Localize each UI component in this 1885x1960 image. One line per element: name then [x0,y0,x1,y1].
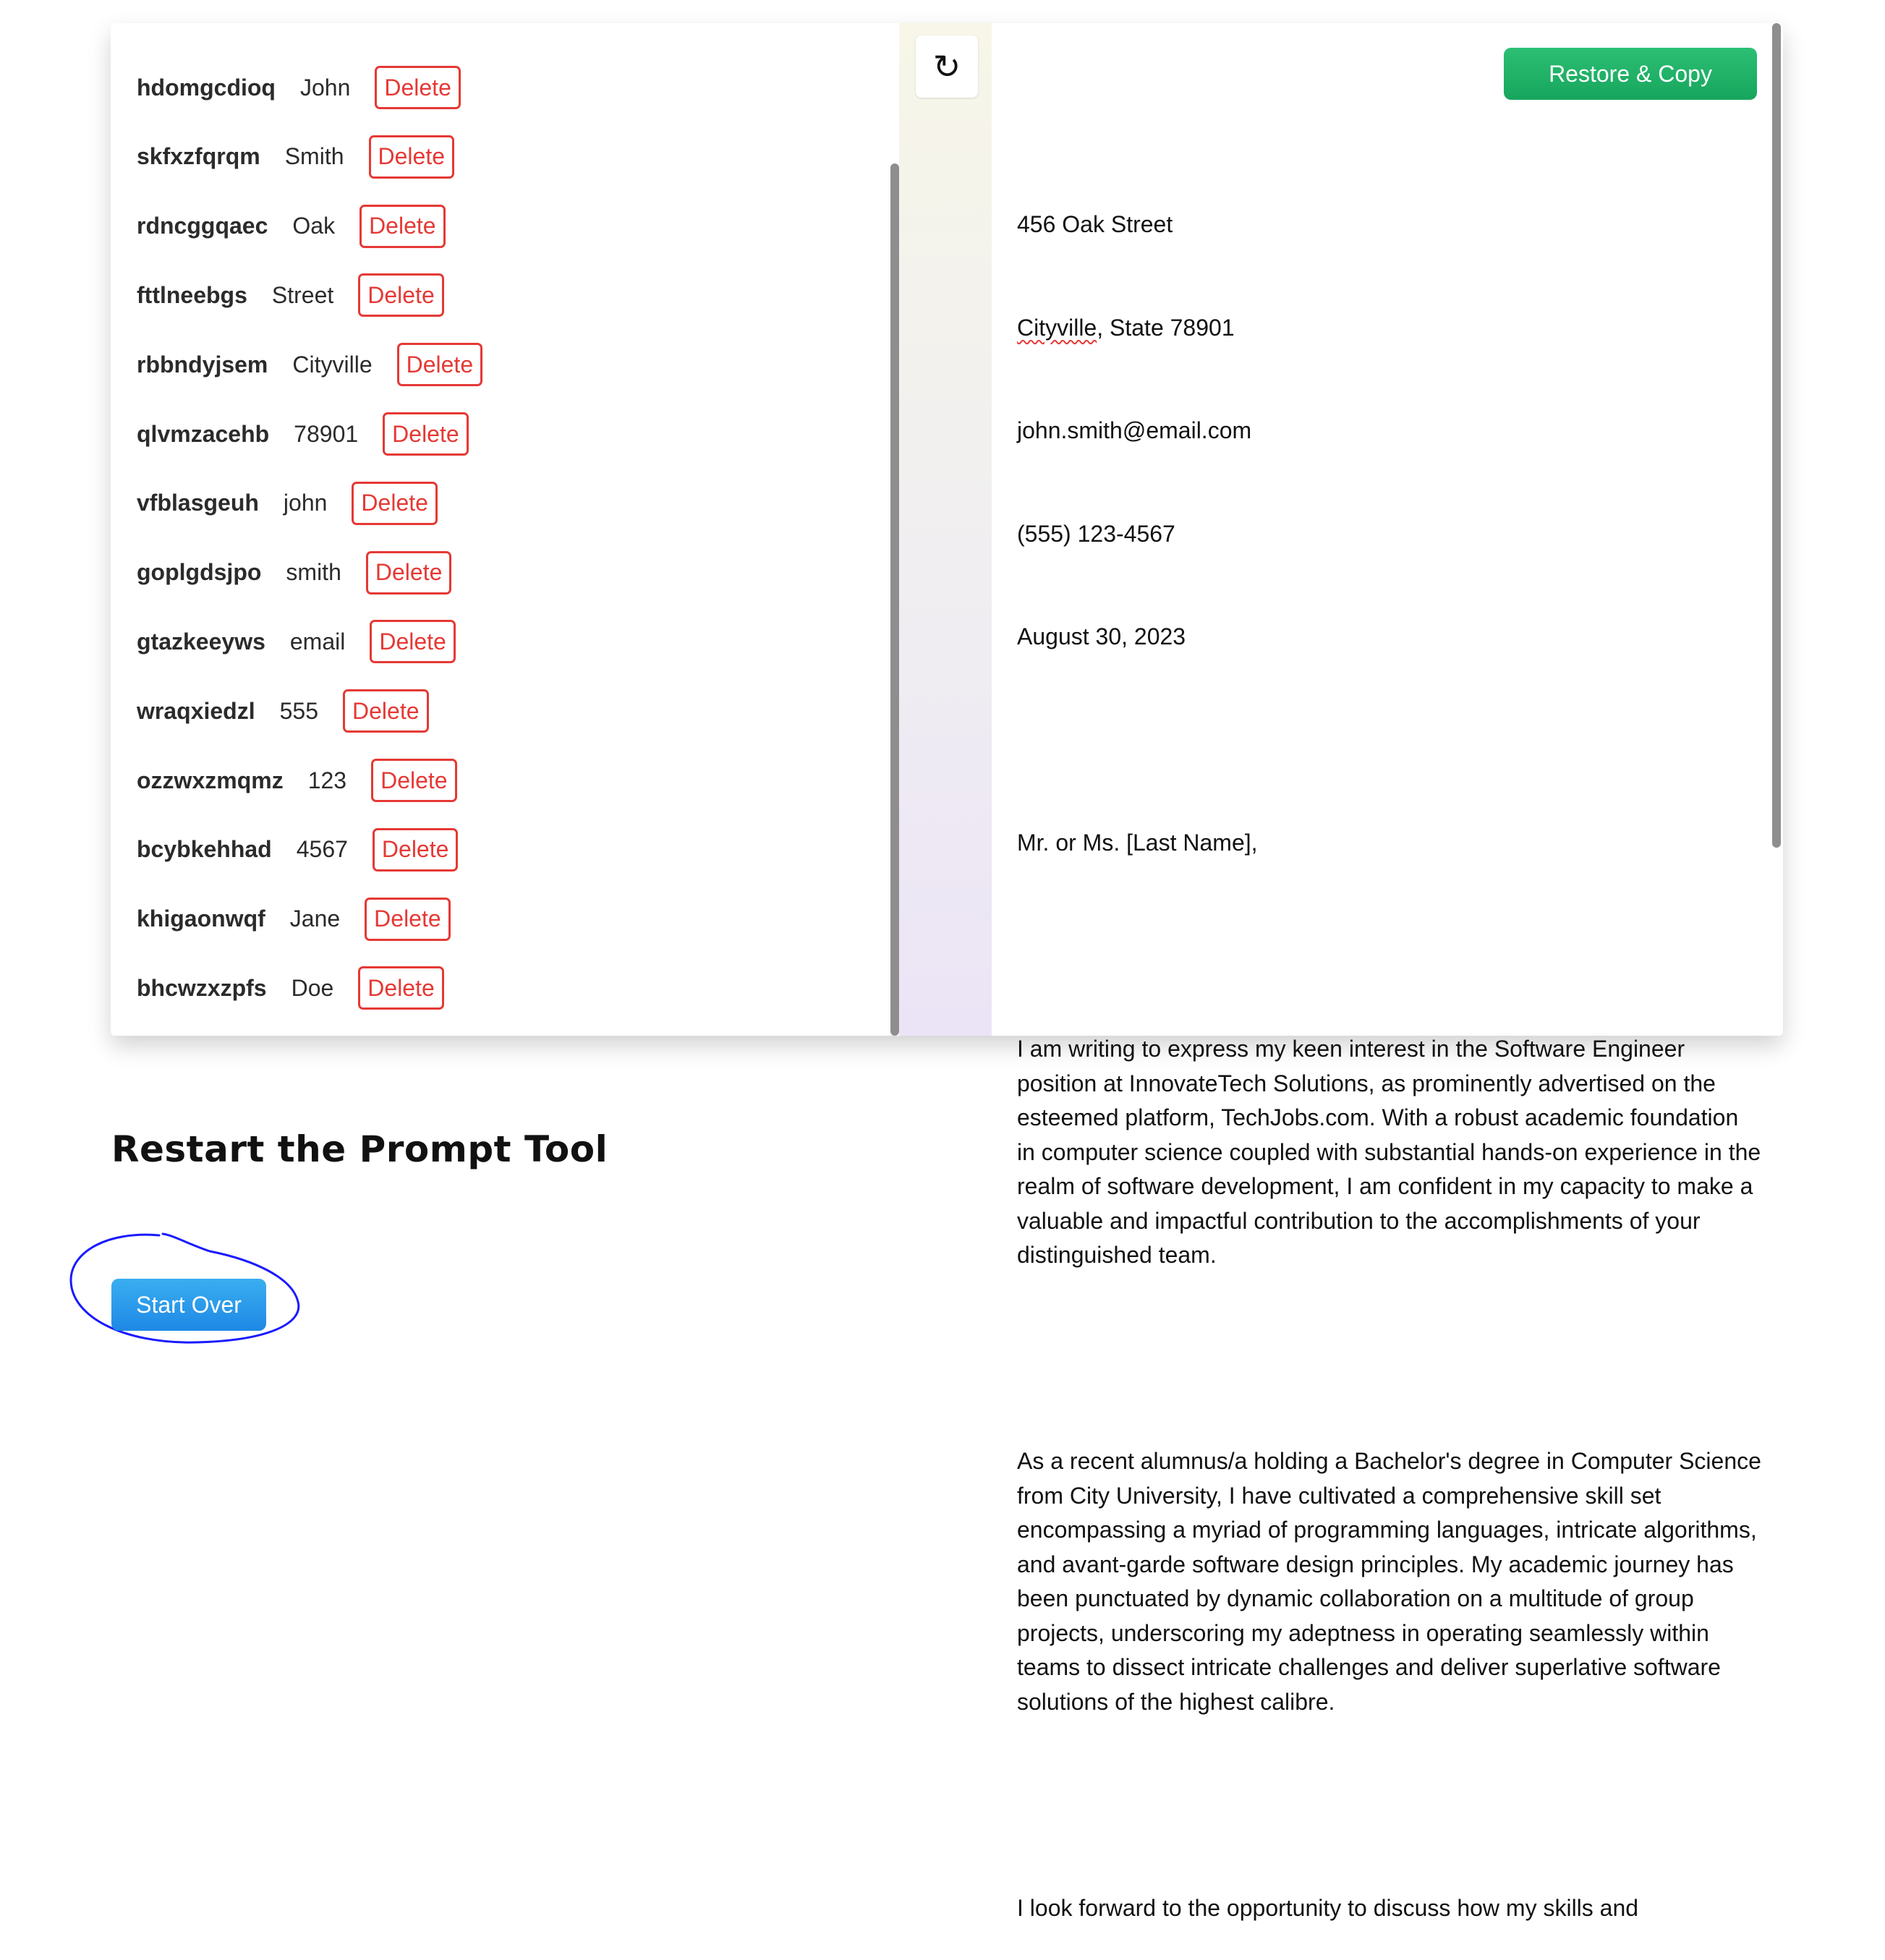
entity-list: hdomgcdioq John Delete skfxzfqrqm Smith Delet… [111,23,893,1036]
entity-code: vfblasgeuh [137,490,259,516]
entity-value: 4567 [296,836,348,863]
list-item: rdncggqaec Oak Delete [137,203,446,250]
list-item: bcybkehhad 4567 Delete [137,827,459,873]
paragraph-2: As a recent alumnus/a holding a Bachelor… [1017,1448,1768,1715]
entity-code: bcybkehhad [137,836,272,863]
date-line: August 30, 2023 [1017,623,1186,649]
delete-button[interactable]: Delete [371,759,457,802]
entity-value: Jane [289,906,341,932]
delete-button[interactable]: Delete [352,481,438,525]
entity-value: 555 [279,697,318,724]
entity-value: Oak [292,213,336,239]
entity-code: gtazkeeyws [137,628,265,655]
delete-button[interactable]: Delete [343,689,429,733]
list-item: wraqxiedzl 555 Delete [137,688,429,734]
city-line: Cityville, State 78901 [1017,314,1235,341]
delete-button[interactable]: Delete [372,827,459,872]
restore-copy-button[interactable]: Restore & Copy [1504,48,1757,100]
list-item: fttlneebgs Street Delete [137,272,444,318]
entity-code: fttlneebgs [137,281,247,308]
refresh-button[interactable]: ↻ [916,35,978,98]
delete-button[interactable]: Delete [375,66,461,109]
entity-value: Cityville [292,351,373,378]
entity-code: bhcwzxzpfs [137,974,267,1001]
list-item: hdomgcdioq John Delete [137,64,461,111]
side-strip [899,23,992,1036]
restart-heading: Restart the Prompt Tool [111,1128,608,1170]
phone-line: (555) 123-4567 [1017,520,1175,547]
delete-button[interactable]: Delete [396,343,483,387]
delete-button[interactable]: Delete [365,897,451,941]
delete-button[interactable]: Delete [358,273,444,318]
entity-code: rdncggqaec [137,213,268,239]
delete-button[interactable]: Delete [368,135,454,179]
email-line: john.smith@email.com [1017,417,1252,443]
delete-button[interactable]: Delete [358,966,444,1010]
delete-button[interactable]: Delete [370,620,456,664]
refresh-icon: ↻ [932,48,961,85]
entity-value: Smith [284,143,344,170]
list-item: gtazkeeyws email Delete [137,618,456,665]
salutation: Mr. or Ms. [Last Name], [1017,830,1258,856]
delete-button[interactable]: Delete [359,204,446,248]
delete-button[interactable]: Delete [383,412,469,456]
letter-scrollbar[interactable] [1772,23,1781,848]
entity-code: hdomgcdioq [137,74,276,101]
entity-value: John [299,74,351,101]
start-over-button[interactable]: Start Over [111,1279,266,1331]
entity-code: rbbndyjsem [137,351,268,378]
entity-value: 78901 [294,420,359,447]
entity-value: john [283,490,328,516]
list-item: goplgdsjpo smith Delete [137,550,452,596]
list-item: qlvmzacehb 78901 Delete [137,411,469,457]
list-item: ozzwxzmqmz 123 Delete [137,757,457,804]
entity-value: Street [271,281,334,308]
address-line: 456 Oak Street [1017,211,1173,237]
entity-value: smith [286,559,341,586]
entity-code: khigaonwqf [137,906,265,932]
entity-value: email [289,628,346,655]
entity-code: qlvmzacehb [137,420,270,447]
list-item: skfxzfqrqm Smith Delete [137,134,454,180]
paragraph-1: I am writing to express my keen interest… [1017,1036,1768,1268]
entity-code: skfxzfqrqm [137,143,260,170]
list-item: bhcwzxzpfs Doe Delete [137,965,444,1011]
list-item: khigaonwqf Jane Delete [137,896,451,942]
entity-value: Doe [291,974,334,1001]
letter-text[interactable]: 456 Oak Street Cityville, State 78901 jo… [1017,139,1762,1960]
entity-code: goplgdsjpo [137,559,262,586]
entity-code: wraqxiedzl [137,697,255,724]
entity-value: 123 [307,767,347,793]
paragraph-3: I look forward to the opportunity to dis… [1017,1894,1639,1921]
delete-button[interactable]: Delete [365,550,452,595]
list-scrollbar[interactable] [890,163,899,1036]
entity-code: ozzwxzmqmz [137,767,284,793]
list-item: vfblasgeuh john Delete [137,480,438,527]
list-item: rbbndyjsem Cityville Delete [137,341,483,388]
spellcheck-word: Cityville [1017,314,1097,341]
